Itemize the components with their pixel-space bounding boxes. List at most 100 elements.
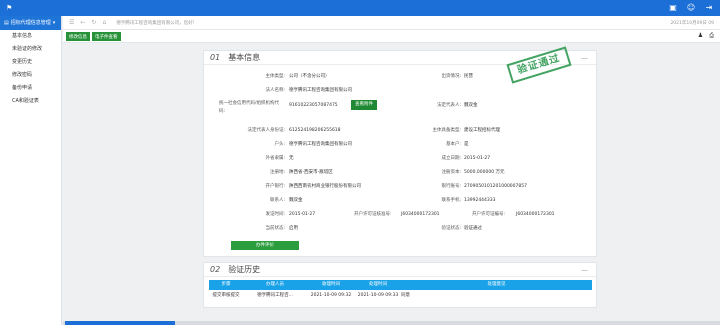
sidebar-header[interactable]: ▤ 招标代理信息管理 ▾ <box>0 16 61 30</box>
field-label: 统一社会信用代码/组织机构代码: <box>219 101 280 114</box>
document-icon: ▤ <box>4 20 9 26</box>
app-logo-icon: ⚑ <box>6 4 13 12</box>
column-header: 办理人员 <box>243 280 307 290</box>
column-header: 处理时间 <box>355 280 401 290</box>
field-label: 开户许可证编号: <box>472 212 506 217</box>
chevron-down-icon: ▾ <box>52 20 56 26</box>
column-header: 处理意见 <box>401 280 592 290</box>
field-label: 成立日期: <box>441 156 461 161</box>
field-value: 公司（不含分公司） <box>289 74 330 79</box>
field-label: 注册地: <box>269 170 285 175</box>
sidebar-item-ca-verify[interactable]: CA和验证表 <box>0 95 61 108</box>
field-value: 民营 <box>464 74 473 79</box>
monitor-icon[interactable]: ▣ <box>668 3 678 13</box>
verify-history-card: 02 验证历史 — 步骤 办理人员 收理时间 处理时间 处理意见 提交审核提交 … <box>203 262 597 308</box>
table-cell: 德亨腾讯工程咨... <box>257 293 293 298</box>
field-label: 发证时间: <box>265 212 285 217</box>
sidebar-header-label: 招标代理信息管理 <box>10 20 51 26</box>
field-value: 建设工程招标代理 <box>464 128 500 133</box>
field-value: 德亨腾讯工程咨询集团有限公司 <box>289 142 352 147</box>
field-value: 2015-01-27 <box>464 156 491 161</box>
section-title: 验证历史 <box>228 265 261 274</box>
field-label: 银行账号: <box>441 184 461 189</box>
field-row: 注册地: 陕西省-西安市-雁塔区 注册资本: 5000.000000 万元 <box>204 167 598 178</box>
field-label: 联系手机: <box>441 198 461 203</box>
collapse-icon[interactable]: — <box>581 266 588 274</box>
verify-history-header: 02 验证历史 — <box>204 263 596 277</box>
field-label: 户头: <box>274 142 285 147</box>
table-cell: 同意 <box>401 293 410 298</box>
print-icon[interactable]: ⎙ <box>709 32 714 40</box>
field-label: 当前状态: <box>265 226 285 231</box>
field-value: 61252419820625561​8 <box>289 128 341 133</box>
field-label: 主体具备类型: <box>432 128 461 133</box>
exit-icon[interactable]: ⇥ <box>704 3 714 13</box>
collapse-icon[interactable]: — <box>581 54 588 62</box>
field-value: 陕西西南农村商业银行股份有限公司 <box>289 184 361 189</box>
sidebar-item-change-history[interactable]: 变更历史 <box>0 56 61 69</box>
field-label: 法定代表人身份证: <box>247 128 285 133</box>
table-row: 提交审核提交 德亨腾讯工程咨... 2021-10-09 09:32 2021-… <box>209 290 592 301</box>
field-row: 发证时间: 2015-01-27 开户许可证核准号: J603400017230… <box>204 209 598 220</box>
field-row: 联系人: 魏双金 联系手机: 13992444333 <box>204 195 598 206</box>
field-value: 验证通过 <box>464 226 482 231</box>
sidebar-item-basic-info[interactable]: 基本信息 <box>0 30 61 43</box>
table-cell: 2021-10-09 09:33 <box>357 293 399 298</box>
table-cell: 提交审核提交 <box>212 293 240 298</box>
toolbar: 修改信息 电子件查看 ♟ ⎙ <box>63 30 720 43</box>
edit-info-button[interactable]: 修改信息 <box>66 31 90 41</box>
field-label: 法人名称: <box>265 88 285 93</box>
breadcrumb-bar: ☰ ← ↻ ⌂ 德亨腾讯工程咨询集团有限公司，您好! 2021年10月09日 0… <box>63 16 720 30</box>
user-icon[interactable]: ☺ <box>686 3 696 13</box>
field-label: 基本户: <box>445 142 461 147</box>
home-icon[interactable]: ⌂ <box>102 19 106 26</box>
sidebar-item-unverified-changes[interactable]: 未验证的修改 <box>0 43 61 56</box>
field-value: 91610223057087475 <box>289 103 338 108</box>
table-cell: 2021-10-09 09:32 <box>310 293 352 298</box>
field-row: 当前状态: 启用 验证状态: 验证通过 <box>204 223 598 234</box>
field-label: 联系人: <box>269 198 285 203</box>
back-icon[interactable]: ← <box>80 19 85 26</box>
field-value: 陕西省-西安市-雁塔区 <box>289 170 333 175</box>
field-value: 启用 <box>289 226 298 231</box>
date-display: 2021年10月09日 09 <box>670 20 714 26</box>
refresh-icon[interactable]: ↻ <box>91 19 96 26</box>
field-value: J6034000172301 <box>401 212 440 217</box>
field-label: 开户银行: <box>265 184 285 189</box>
field-value: 是 <box>464 142 469 147</box>
user-switch-icon[interactable]: ♟ <box>698 32 703 40</box>
field-label: 注册资本: <box>441 170 461 175</box>
field-label: 法定代表人: <box>436 103 461 108</box>
view-e-documents-button[interactable]: 电子件查看 <box>92 31 121 41</box>
view-attachment-button[interactable]: 查看附件 <box>351 100 377 110</box>
field-value: 魏双金 <box>289 198 303 203</box>
welcome-text: 德亨腾讯工程咨询集团有限公司，您好! <box>116 20 195 26</box>
menu-icon[interactable]: ☰ <box>69 19 74 26</box>
field-value: 5000.000000 万元 <box>464 170 505 175</box>
field-row: 户头: 德亨腾讯工程咨询集团有限公司 基本户: 是 <box>204 139 598 150</box>
section-title: 基本信息 <box>228 53 261 62</box>
sidebar: ▤ 招标代理信息管理 ▾ 基本信息 未验证的修改 变更历史 修改密码 备份申请 … <box>0 16 62 325</box>
scrollbar-thumb[interactable] <box>65 321 175 325</box>
field-label: 外省隶属: <box>265 156 285 161</box>
field-value: 德亨腾讯工程咨询集团有限公司 <box>289 88 352 93</box>
column-header: 收理时间 <box>307 280 355 290</box>
field-label: 出资情况: <box>441 74 461 79</box>
basic-info-card: 01 基本信息 — 验证通过 主体类型: 公司（不含分公司） 出资情况: 民营 … <box>203 46 598 257</box>
field-value: 2709050101201000007857 <box>464 184 527 189</box>
sidebar-item-backup-request[interactable]: 备份申请 <box>0 82 61 95</box>
field-value: 13992444333 <box>464 198 496 203</box>
field-row: 法定代表人身份证: 61252419820625561​8 主体具备类型: 建设… <box>204 125 598 136</box>
sidebar-item-change-password[interactable]: 修改密码 <box>0 69 61 82</box>
horizontal-scrollbar[interactable] <box>63 321 720 325</box>
field-value: 2015-01-27 <box>289 212 316 217</box>
field-row: 主体类型: 公司（不含分公司） 出资情况: 民营 <box>204 71 598 82</box>
field-row: 法人名称: 德亨腾讯工程咨询集团有限公司 <box>204 85 598 96</box>
evaluate-button[interactable]: 办件评价 <box>231 241 299 250</box>
section-number: 02 <box>210 265 221 274</box>
field-label: 主体类型: <box>265 74 285 79</box>
history-table: 步骤 办理人员 收理时间 处理时间 处理意见 提交审核提交 德亨腾讯工程咨...… <box>209 280 592 301</box>
field-label: 验证状态: <box>441 226 461 231</box>
top-bar: ⚑ ▣ ☺ ⇥ <box>0 0 720 16</box>
field-row: 统一社会信用代码/组织机构代码: 91610223057087475 查看附件 … <box>204 100 598 120</box>
